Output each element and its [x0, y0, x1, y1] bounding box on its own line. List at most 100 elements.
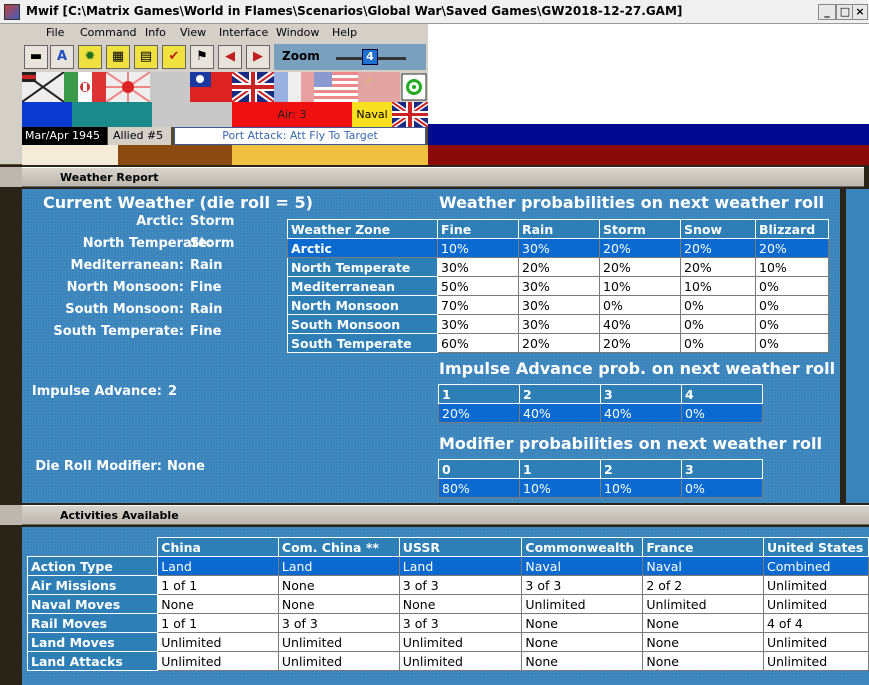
- cell: 10%: [437, 238, 519, 258]
- flag-china[interactable]: [190, 72, 232, 102]
- header-cell: 3: [600, 384, 682, 404]
- flag-icon[interactable]: ⚑: [190, 45, 214, 69]
- activities-pane: China Com. China ** USSR Commonwealth Fr…: [22, 527, 869, 685]
- row-label: Mediterranean: [287, 276, 438, 296]
- title-bar: Mwif [C:\Matrix Games\World in Flames\Sc…: [0, 0, 869, 24]
- cell: None: [521, 651, 644, 671]
- flag-ussr[interactable]: ☭: [358, 72, 400, 102]
- cell: 10%: [680, 276, 756, 296]
- target-button[interactable]: [400, 72, 428, 102]
- cell: Unlimited: [157, 632, 279, 652]
- flag-blank-1[interactable]: [150, 72, 190, 102]
- menu-help[interactable]: Help: [332, 26, 357, 39]
- table-row[interactable]: Rail Moves 1 of 1 3 of 3 3 of 3 None Non…: [26, 613, 869, 633]
- zone-label-north-monsoon: North Monsoon:: [66, 280, 184, 295]
- table-row[interactable]: South Temperate 60% 20% 20% 0% 0%: [287, 333, 829, 353]
- header-ussr: USSR: [398, 537, 523, 557]
- close-button[interactable]: ×: [852, 4, 868, 20]
- cell: None: [157, 594, 279, 614]
- impulse-label: Allied #5: [108, 127, 171, 145]
- activities-title: Activities Available: [60, 509, 179, 522]
- cell: 20%: [680, 238, 756, 258]
- cell: 40%: [519, 403, 601, 423]
- zoom-slider-thumb[interactable]: 4: [362, 49, 378, 65]
- cell: 30%: [518, 276, 600, 296]
- cell: 10%: [600, 478, 682, 498]
- cell: 10%: [599, 276, 681, 296]
- menu-info[interactable]: Info: [145, 26, 166, 39]
- flag-japan[interactable]: [105, 71, 151, 103]
- cell: 30%: [437, 314, 519, 334]
- menu-file[interactable]: File: [46, 26, 64, 39]
- row-label: Land Moves: [26, 632, 159, 652]
- train-icon[interactable]: ▬: [24, 45, 48, 69]
- table-header-row: 0 1 2 3: [438, 459, 763, 479]
- table-row[interactable]: 20% 40% 40% 0%: [438, 403, 763, 423]
- header-storm: Storm: [599, 219, 681, 239]
- gear-icon[interactable]: ✹: [78, 45, 102, 69]
- header-cell: 0: [438, 459, 520, 479]
- check-icon[interactable]: ✔: [162, 45, 186, 69]
- flag-germany[interactable]: [21, 71, 65, 103]
- flag-commonwealth[interactable]: [230, 69, 276, 105]
- menu-interface[interactable]: Interface: [219, 26, 268, 39]
- minimize-button[interactable]: _: [818, 4, 836, 20]
- impulse-prob-heading: Impulse Advance prob. on next weather ro…: [439, 359, 836, 378]
- map-strip: [22, 145, 118, 165]
- menu-view[interactable]: View: [180, 26, 206, 39]
- row-label: Arctic: [287, 238, 438, 258]
- cell: 0%: [755, 295, 829, 315]
- cell: Combined: [762, 556, 869, 576]
- table-row[interactable]: Air Missions 1 of 1 None 3 of 3 3 of 3 2…: [26, 575, 869, 595]
- zone-value-north-monsoon: Fine: [190, 280, 222, 295]
- cell: 20%: [438, 403, 520, 423]
- table-row[interactable]: South Monsoon 30% 30% 40% 0% 0%: [287, 314, 829, 334]
- cell: None: [398, 594, 523, 614]
- cell: 3 of 3: [521, 575, 644, 595]
- menu-command[interactable]: Command: [80, 26, 137, 39]
- svg-text:☭: ☭: [364, 77, 372, 87]
- menu-window[interactable]: Window: [276, 26, 319, 39]
- cell: Unlimited: [398, 632, 523, 652]
- table-row[interactable]: 80% 10% 10% 0%: [438, 478, 763, 498]
- row-label: Action Type: [26, 556, 159, 576]
- table-row[interactable]: Land Attacks Unlimited Unlimited Unlimit…: [26, 651, 869, 671]
- row-label: Air Missions: [26, 575, 159, 595]
- header-rain: Rain: [518, 219, 600, 239]
- weather-report-titlebar[interactable]: Weather Report: [22, 167, 864, 187]
- activities-window: Activities Available China Com. China **…: [0, 504, 869, 685]
- cell: Unlimited: [762, 594, 869, 614]
- cell: 0%: [755, 276, 829, 296]
- probabilities-heading: Weather probabilities on next weather ro…: [439, 193, 825, 212]
- table-row[interactable]: Arctic 10% 30% 20% 20% 20%: [287, 238, 829, 258]
- cell: 1 of 1: [157, 575, 279, 595]
- table-row[interactable]: Naval Moves None None None Unlimited Unl…: [26, 594, 869, 614]
- cell: 40%: [599, 314, 681, 334]
- zone-label-south-monsoon: South Monsoon:: [65, 302, 184, 317]
- right-arrow-icon[interactable]: ▶: [246, 45, 270, 69]
- card-icon[interactable]: ▤: [134, 45, 158, 69]
- table-row[interactable]: North Monsoon 70% 30% 0% 0% 0%: [287, 295, 829, 315]
- cell: 70%: [437, 295, 519, 315]
- table-row[interactable]: North Temperate 30% 20% 20% 20% 10%: [287, 257, 829, 277]
- table-row[interactable]: Land Moves Unlimited Unlimited Unlimited…: [26, 632, 869, 652]
- flag-france[interactable]: [274, 72, 314, 102]
- cell: 0%: [681, 478, 763, 498]
- activities-titlebar[interactable]: Activities Available: [22, 505, 869, 525]
- letter-a-icon[interactable]: A: [50, 45, 74, 69]
- map-icon[interactable]: ▦: [106, 45, 130, 69]
- window-corner: [0, 505, 22, 525]
- table-row[interactable]: Action Type Land Land Land Naval Naval C…: [26, 556, 869, 576]
- cell: 20%: [680, 257, 756, 277]
- map-strip: [118, 145, 232, 165]
- cell: Unlimited: [642, 594, 764, 614]
- header-com-china: Com. China **: [277, 537, 400, 557]
- cell: Land: [157, 556, 279, 576]
- flag-usa[interactable]: [314, 72, 358, 102]
- side-color-bar: [72, 102, 152, 127]
- flag-italy[interactable]: [64, 72, 106, 102]
- left-arrow-icon[interactable]: ◀: [218, 45, 242, 69]
- header-china: China: [157, 537, 279, 557]
- table-row[interactable]: Mediterranean 50% 30% 10% 10% 0%: [287, 276, 829, 296]
- phase-label: Port Attack: Att Fly To Target: [174, 127, 426, 145]
